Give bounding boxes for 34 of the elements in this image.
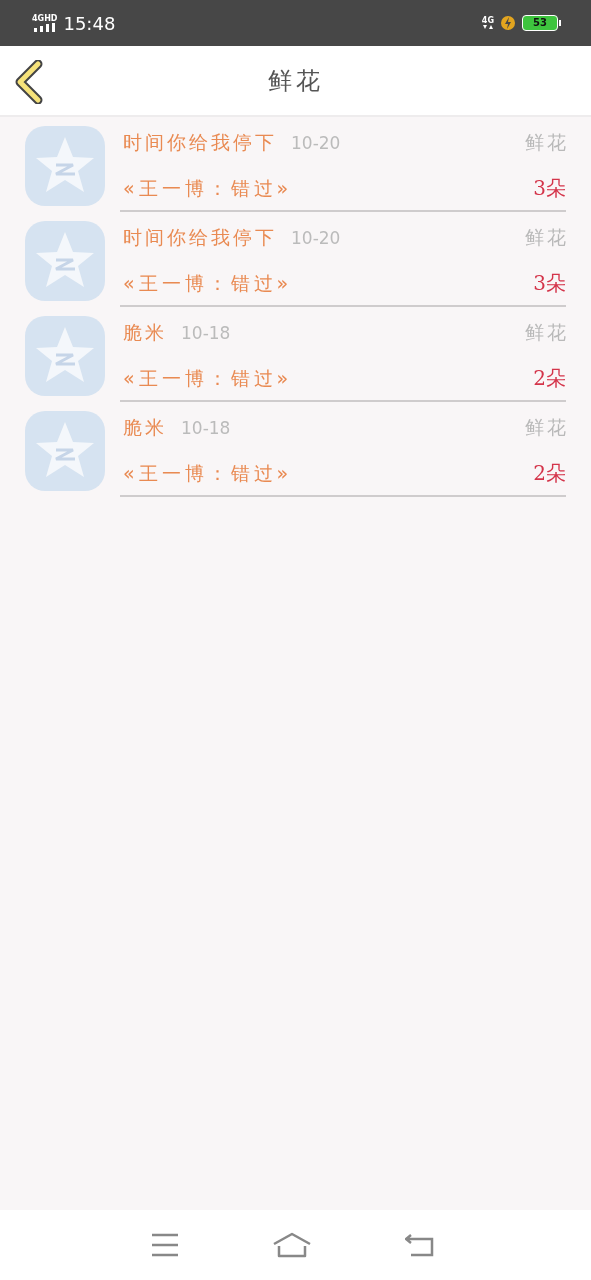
sender-name: 时间你给我停下 [123, 225, 277, 250]
avatar-icon [25, 221, 105, 301]
back-nav-button[interactable] [404, 1233, 435, 1257]
avatar-icon [25, 126, 105, 206]
song-title: «王一博：错过» [123, 461, 293, 486]
avatar-icon [25, 316, 105, 396]
clock: 15:48 [63, 12, 116, 34]
gift-type: 鲜花 [525, 225, 569, 250]
gift-date: 10-18 [181, 323, 231, 343]
gift-count: 3朵 [533, 175, 566, 202]
gift-count: 2朵 [533, 365, 566, 392]
gift-type: 鲜花 [525, 415, 569, 440]
network-label: 4G [481, 16, 494, 25]
sender-name: 时间你给我停下 [123, 130, 277, 155]
sender-name: 脆米 [123, 415, 167, 440]
gift-date: 10-18 [181, 418, 231, 438]
gift-count: 2朵 [533, 460, 566, 487]
battery-level: 53 [533, 18, 547, 28]
avatar-icon [25, 411, 105, 491]
gift-date: 10-20 [291, 133, 341, 153]
menu-button[interactable] [151, 1233, 180, 1257]
song-title: «王一博：错过» [123, 271, 293, 296]
song-title: «王一博：错过» [123, 176, 293, 201]
data-arrows-icon [482, 25, 493, 30]
page-title: 鲜花 [267, 65, 324, 97]
home-button[interactable] [272, 1232, 312, 1258]
gift-date: 10-20 [291, 228, 341, 248]
gift-count: 3朵 [533, 270, 566, 297]
gift-type: 鲜花 [525, 130, 569, 155]
lightning-icon [500, 15, 516, 31]
gift-type: 鲜花 [525, 320, 569, 345]
sender-name: 脆米 [123, 320, 167, 345]
song-title: «王一博：错过» [123, 366, 293, 391]
network-label: 4GHD [32, 14, 58, 23]
